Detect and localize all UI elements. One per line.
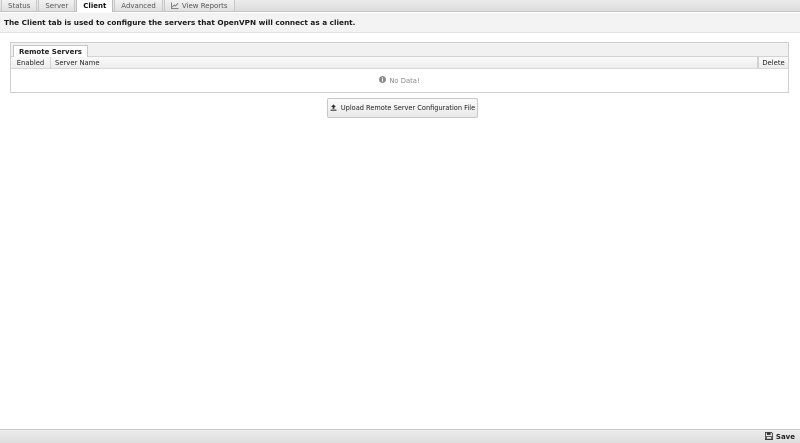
openvpn-client-config: Status Server Client Advanced View Repor… [0,0,800,443]
column-header-delete[interactable]: Delete [758,57,788,69]
upload-button-label: Upload Remote Server Configuration File [340,104,476,112]
tab-label: Advanced [121,1,156,10]
tab-view-reports[interactable]: View Reports [163,0,235,11]
tab-client[interactable]: Client [76,0,114,12]
info-circle-icon [379,76,387,85]
grid-tab-remote-servers[interactable]: Remote Servers [13,45,88,57]
grid-panel-header: Remote Servers [11,43,788,57]
page-description: The Client tab is used to configure the … [0,13,800,33]
grid-column-headers: Enabled Server Name Delete [11,57,788,69]
column-header-enabled[interactable]: Enabled [11,57,51,69]
tab-label: Server [45,1,69,10]
save-button[interactable]: Save [764,431,795,443]
tab-server[interactable]: Server [38,0,76,11]
tab-advanced[interactable]: Advanced [114,0,163,11]
column-header-server-name[interactable]: Server Name [51,57,758,69]
chart-icon [170,2,179,9]
tab-label: Client [83,2,107,10]
bottom-toolbar: Save [0,429,800,443]
tab-status[interactable]: Status [1,0,38,11]
upload-icon [330,103,337,113]
save-button-label: Save [775,433,795,441]
tab-label: View Reports [181,1,228,10]
floppy-disk-icon [764,432,773,442]
tab-bar: Status Server Client Advanced View Repor… [0,0,800,12]
remote-servers-grid: Remote Servers Enabled Server Name Delet… [10,42,789,93]
empty-text: No Data! [389,76,420,85]
grid-empty-state: No Data! [11,69,788,92]
upload-config-button[interactable]: Upload Remote Server Configuration File [327,98,478,118]
tab-label: Status [8,1,31,10]
